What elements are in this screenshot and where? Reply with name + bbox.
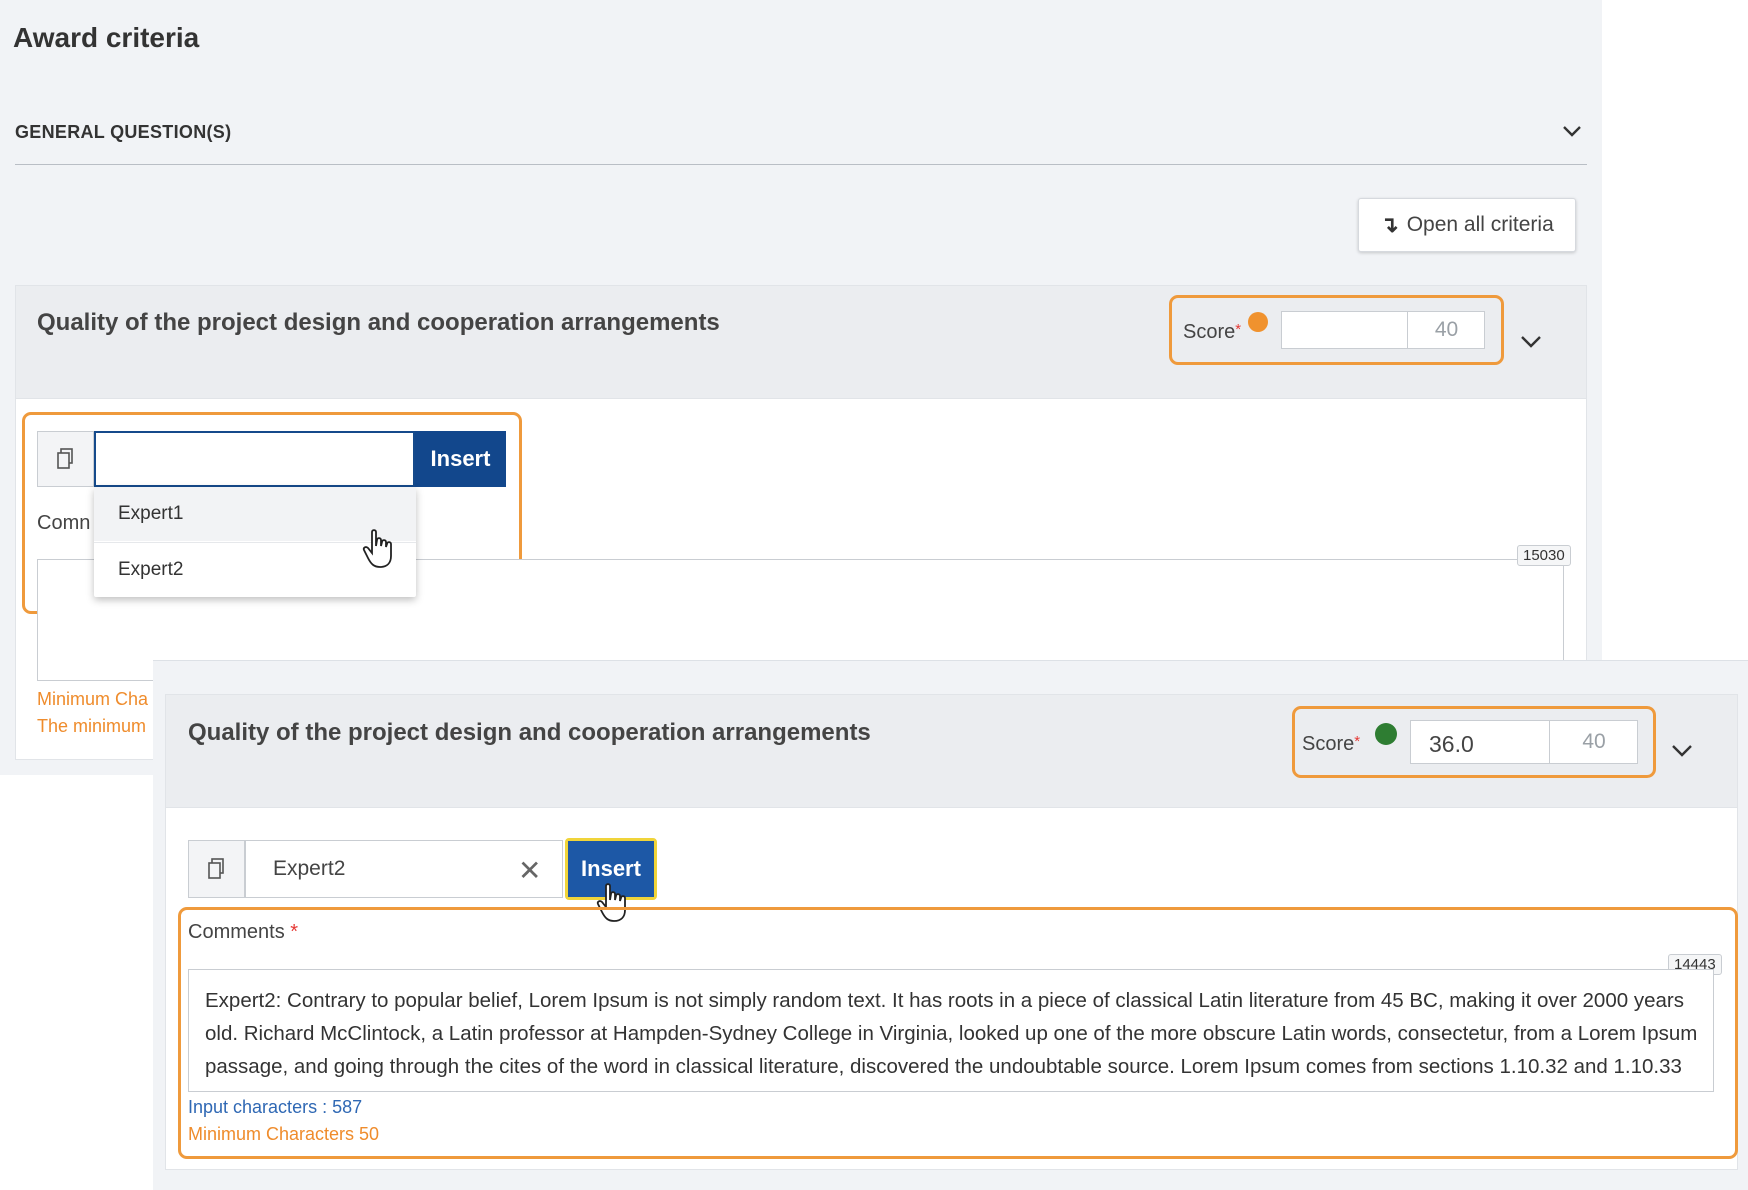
comments-textarea[interactable]: Expert2: Contrary to popular belief, Lor… — [188, 969, 1714, 1092]
hand-cursor-icon — [362, 529, 392, 568]
min-chars-text: Minimum Cha — [37, 689, 149, 709]
comments-label: Comments * — [188, 921, 299, 943]
copy-button[interactable] — [37, 431, 94, 487]
comment-text: Expert2: Contrary to popular belief, Lor… — [205, 989, 1698, 1091]
insert-button[interactable]: Insert — [415, 431, 506, 487]
criterion-title: Quality of the project design and cooper… — [188, 719, 871, 746]
copy-button[interactable] — [188, 840, 245, 898]
min-notice-text: The minimum — [37, 716, 147, 736]
comments-label-partial: Comn — [37, 512, 91, 534]
score-max: 40 — [1407, 312, 1485, 348]
score-max: 40 — [1549, 721, 1638, 763]
expert-select-input[interactable]: Expert2 — [245, 840, 563, 898]
copy-icon — [207, 858, 224, 879]
page-title: Award criteria — [13, 22, 200, 53]
score-status-dot — [1248, 312, 1268, 332]
score-status-dot — [1375, 723, 1397, 745]
score-label: Score* — [1183, 321, 1242, 343]
section-divider — [15, 164, 1587, 165]
chevron-down-icon[interactable] — [1669, 737, 1695, 763]
open-all-label: Open all criteria — [1406, 213, 1554, 236]
min-chars-text: Minimum Characters 50 — [188, 1124, 380, 1144]
open-all-criteria-button[interactable]: ↴ Open all criteria — [1358, 198, 1576, 252]
char-counter: 15030 — [1517, 545, 1571, 566]
copy-icon — [56, 448, 73, 469]
open-all-icon: ↴ — [1380, 212, 1399, 237]
chevron-down-icon[interactable] — [1518, 328, 1544, 354]
chevron-down-icon[interactable] — [1561, 120, 1583, 142]
input-characters-count: Input characters : 587 — [188, 1097, 363, 1117]
clear-icon[interactable]: ✕ — [518, 854, 541, 887]
score-label: Score* — [1302, 733, 1361, 755]
expert-search-input[interactable] — [94, 431, 415, 487]
general-questions-header[interactable]: GENERAL QUESTION(S) — [15, 122, 231, 143]
criterion-title: Quality of the project design and cooper… — [37, 309, 720, 336]
